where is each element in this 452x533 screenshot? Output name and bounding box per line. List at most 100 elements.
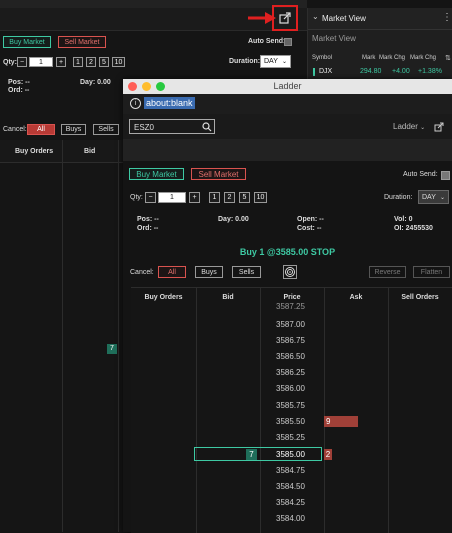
market-view-col-symbol: Symbol (312, 55, 333, 61)
bg-cancel-buys-button[interactable]: Buys (61, 124, 86, 135)
bg-cancel-sells-button[interactable]: Sells (93, 124, 119, 135)
stat-ord: Ord: -- (137, 225, 159, 232)
price-row[interactable]: 3586.50 (258, 352, 323, 361)
qty-preset-5[interactable]: 5 (239, 192, 250, 203)
chevron-down-icon: ⌄ (420, 125, 426, 131)
bg-duration-value: DAY (264, 58, 278, 65)
bg-qty-preset-5[interactable]: 5 (99, 57, 109, 67)
sort-icon[interactable]: ⇅ (445, 54, 451, 62)
target-icon (285, 267, 295, 277)
auto-send-label: Auto Send: (403, 171, 438, 178)
cancel-label: Cancel: (130, 269, 154, 276)
bg-cancel-label: Cancel: (3, 126, 27, 133)
qty-minus-button[interactable]: − (145, 192, 156, 203)
col-header-ask: Ask (349, 294, 363, 301)
price-row[interactable]: 3584.25 (258, 498, 323, 507)
row-chg: +4.00 (392, 68, 410, 75)
price-row[interactable]: 3584.50 (258, 482, 323, 491)
grid-divider (324, 288, 325, 533)
address-bar: i about:blank (123, 94, 452, 115)
bg-qty-preset-1[interactable]: 1 (73, 57, 83, 67)
bg-duration-label: Duration: (229, 58, 261, 65)
bg-col-buy-orders: Buy Orders (15, 148, 54, 155)
reverse-button[interactable]: Reverse (369, 266, 406, 278)
price-row[interactable]: 3586.75 (258, 336, 323, 345)
bg-qty-minus-button[interactable]: − (17, 57, 27, 67)
bg-col-bid: Bid (84, 148, 96, 155)
buy-market-button[interactable]: Buy Market (129, 168, 184, 180)
bg-duration-select[interactable]: DAY ⌄ (260, 55, 291, 68)
bg-col-divider (118, 140, 119, 532)
col-header-sell-orders: Sell Orders (401, 294, 439, 301)
grid-divider (196, 288, 197, 533)
bg-col-divider (62, 140, 63, 532)
ladder-dropdown[interactable]: Ladder ⌄ (393, 122, 425, 131)
bg-sell-market-button[interactable]: Sell Market (58, 36, 106, 48)
market-view-col-mark-chg: Mark Chg (379, 55, 406, 61)
symbol-search-input[interactable]: ESZ0 (129, 119, 215, 134)
qty-preset-1[interactable]: 1 (209, 192, 220, 203)
ask-cell[interactable]: 2 (324, 449, 332, 460)
bg-cancel-all-button[interactable]: All (27, 124, 55, 135)
flatten-button[interactable]: Flatten (413, 266, 450, 278)
cancel-sells-button[interactable]: Sells (232, 266, 261, 278)
row-mark: 294.80 (360, 68, 382, 75)
duration-label: Duration: (384, 194, 413, 201)
bid-cell[interactable]: 7 (246, 449, 257, 460)
more-options-icon[interactable]: ⋮ (442, 12, 452, 23)
stat-vol: Vol: 0 (394, 216, 413, 223)
price-row[interactable]: 3585.75 (258, 401, 323, 410)
row-chg-pct: +1.38% (418, 68, 442, 75)
stat-cost: Cost: -- (297, 225, 322, 232)
col-header-buy-orders: Buy Orders (144, 294, 183, 301)
popout-icon[interactable] (434, 122, 444, 134)
price-row[interactable]: 3587.25 (258, 302, 323, 311)
bg-qty-label: Qty: (3, 59, 17, 66)
window-title: Ladder (273, 81, 302, 91)
bg-qty-preset-2[interactable]: 2 (86, 57, 96, 67)
info-icon: i (130, 98, 141, 109)
price-row[interactable]: 3584.75 (258, 466, 323, 475)
price-row[interactable]: 3587.00 (258, 320, 323, 329)
chevron-down-icon[interactable]: ⌄ (312, 12, 319, 21)
chevron-down-icon: ⌄ (281, 59, 287, 65)
ladder-toolbar-band (123, 139, 452, 161)
qty-preset-2[interactable]: 2 (224, 192, 235, 203)
price-row[interactable]: 3585.25 (258, 433, 323, 442)
price-row[interactable]: 3586.00 (258, 384, 323, 393)
auto-send-checkbox[interactable] (441, 171, 450, 180)
ask-size: 9 (326, 417, 331, 426)
row-symbol: DJX (319, 68, 333, 75)
center-ladder-button[interactable] (283, 265, 297, 279)
col-header-bid: Bid (222, 294, 234, 301)
price-row[interactable]: 3584.00 (258, 514, 323, 523)
cancel-all-button[interactable]: All (158, 266, 186, 278)
price-row[interactable]: 3585.50 (258, 417, 323, 426)
qty-preset-10[interactable]: 10 (254, 192, 267, 203)
market-view-panel: ⌄ Market View ⋮ Market View Symbol Mark … (307, 8, 452, 90)
col-header-price: Price (283, 294, 301, 301)
market-view-subtitle: Market View (312, 34, 356, 43)
url-text[interactable]: about:blank (144, 97, 195, 109)
bg-qty-plus-button[interactable]: + (56, 57, 66, 67)
sell-market-button[interactable]: Sell Market (191, 168, 246, 180)
qty-input[interactable]: 1 (158, 192, 186, 203)
bg-auto-send-checkbox[interactable] (284, 38, 292, 46)
bg-ord-label: Ord: -- (8, 87, 30, 94)
top-strip (0, 0, 307, 8)
duration-select[interactable]: DAY ⌄ (418, 190, 449, 204)
bg-qty-input[interactable]: 1 (29, 57, 53, 67)
bg-bid-cell[interactable]: 7 (107, 344, 117, 354)
stat-oi: OI: 2455530 (394, 225, 433, 232)
bg-buy-market-button[interactable]: Buy Market (3, 36, 51, 48)
bg-qty-preset-10[interactable]: 10 (112, 57, 125, 67)
search-icon[interactable] (202, 122, 212, 134)
qty-plus-button[interactable]: + (189, 192, 200, 203)
cancel-buys-button[interactable]: Buys (195, 266, 223, 278)
popout-icon[interactable] (279, 12, 291, 24)
qty-label: Qty: (130, 194, 143, 201)
market-view-row[interactable]: DJX 294.80 +4.00 +1.38% (308, 66, 452, 80)
grid-divider (388, 288, 389, 533)
bg-auto-send-label: Auto Send: (248, 38, 286, 45)
price-row[interactable]: 3586.25 (258, 368, 323, 377)
